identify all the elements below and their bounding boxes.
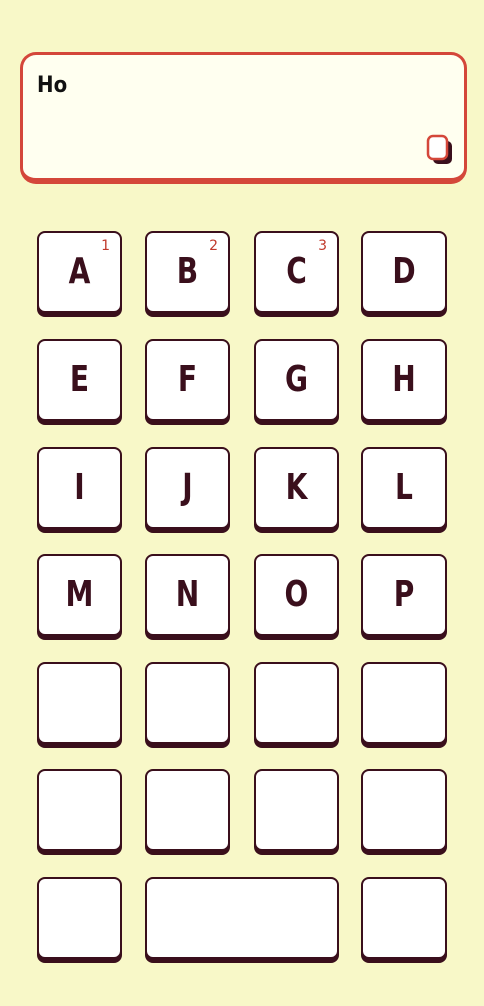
key-k[interactable]: K	[254, 447, 339, 529]
key-number-badge: 2	[209, 238, 218, 254]
key-label: J	[182, 467, 193, 508]
key-label: D	[392, 251, 416, 292]
key-number-badge: 3	[318, 238, 327, 254]
key-label: E	[69, 359, 90, 400]
blank-key[interactable]	[145, 662, 230, 744]
key-c[interactable]: C 3	[254, 231, 339, 313]
blank-key[interactable]	[361, 662, 447, 744]
blank-key[interactable]	[145, 769, 230, 851]
key-o[interactable]: O	[254, 554, 339, 636]
key-label: B	[176, 251, 199, 292]
key-l[interactable]: L	[361, 447, 447, 529]
display-text: Ho	[37, 73, 68, 98]
key-m[interactable]: M	[37, 554, 122, 636]
key-label: M	[65, 574, 94, 615]
key-b[interactable]: B 2	[145, 231, 230, 313]
key-p[interactable]: P	[361, 554, 447, 636]
text-display[interactable]: Ho	[20, 52, 467, 184]
key-label: F	[177, 359, 198, 400]
key-label: C	[286, 251, 307, 292]
key-number-badge: 1	[101, 238, 110, 254]
key-label: N	[175, 574, 200, 615]
blank-key[interactable]	[254, 662, 339, 744]
key-h[interactable]: H	[361, 339, 447, 421]
blank-key[interactable]	[361, 769, 447, 851]
blank-key[interactable]	[37, 877, 122, 959]
key-j[interactable]: J	[145, 447, 230, 529]
key-label: H	[392, 359, 416, 400]
key-label: G	[284, 359, 309, 400]
space-key[interactable]	[145, 877, 339, 959]
key-a[interactable]: A 1	[37, 231, 122, 313]
key-f[interactable]: F	[145, 339, 230, 421]
key-label: O	[284, 574, 309, 615]
key-d[interactable]: D	[361, 231, 447, 313]
blank-key[interactable]	[37, 662, 122, 744]
key-n[interactable]: N	[145, 554, 230, 636]
blank-key[interactable]	[254, 769, 339, 851]
key-e[interactable]: E	[37, 339, 122, 421]
key-i[interactable]: I	[37, 447, 122, 529]
blank-key[interactable]	[361, 877, 447, 959]
key-label: A	[68, 251, 91, 292]
copy-icon[interactable]	[426, 134, 454, 166]
key-label: L	[395, 467, 413, 508]
blank-key[interactable]	[37, 769, 122, 851]
key-label: I	[74, 467, 85, 508]
key-label: P	[393, 574, 415, 615]
key-g[interactable]: G	[254, 339, 339, 421]
key-label: K	[285, 467, 308, 508]
